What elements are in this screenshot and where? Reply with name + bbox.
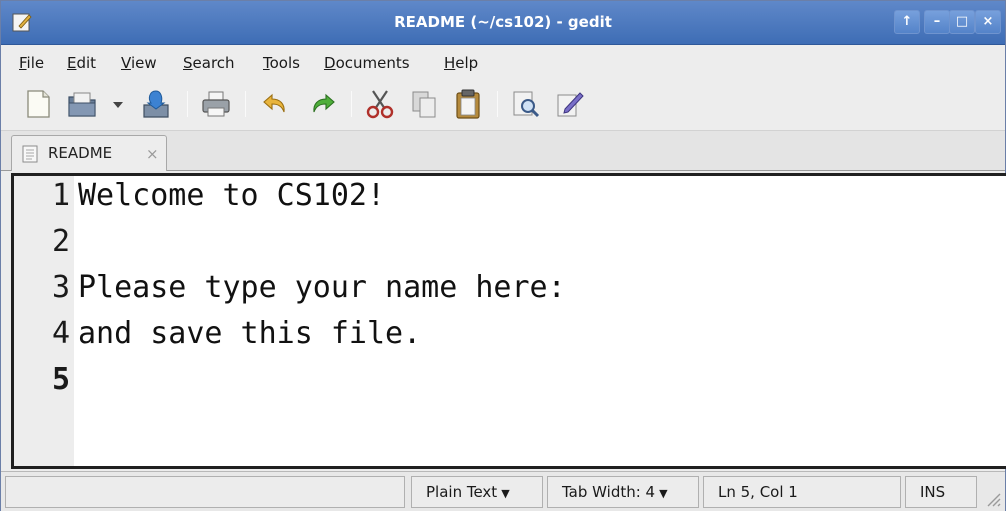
toolbar-separator	[245, 91, 246, 117]
status-message-area	[5, 476, 405, 508]
redo-icon[interactable]	[305, 87, 339, 121]
new-document-icon[interactable]	[21, 87, 55, 121]
cut-icon[interactable]	[363, 87, 397, 121]
minimize-button[interactable]: –	[924, 10, 950, 34]
dropdown-arrow-icon: ▼	[659, 487, 668, 500]
close-tab-icon[interactable]: ×	[146, 145, 159, 163]
title-bar[interactable]: README (~/cs102) - gedit ↑ – □ ×	[1, 1, 1005, 45]
cursor-position: Ln 5, Col 1	[703, 476, 901, 508]
open-dropdown-icon[interactable]	[109, 87, 127, 121]
text-document-icon	[22, 145, 38, 163]
toolbar-separator	[497, 91, 498, 117]
paste-icon[interactable]	[451, 87, 485, 121]
status-bar: Plain Text ▼ Tab Width: 4 ▼ Ln 5, Col 1 IN…	[1, 471, 1005, 511]
menu-help[interactable]: Help	[444, 54, 478, 72]
find-replace-icon[interactable]	[553, 87, 587, 121]
toolbar-separator	[187, 91, 188, 117]
find-icon[interactable]	[509, 87, 543, 121]
tab-label: README	[48, 144, 113, 162]
line-number: 2	[51, 224, 70, 259]
line-number: 1	[51, 178, 70, 213]
menu-documents[interactable]: Documents	[324, 54, 410, 72]
dropdown-arrow-icon: ▼	[501, 487, 510, 500]
language-label: Plain Text	[426, 483, 498, 501]
editor-line[interactable]: Please type your name here:	[78, 270, 566, 305]
toolbar	[1, 79, 1005, 131]
gedit-window: README (~/cs102) - gedit ↑ – □ × File Ed…	[0, 0, 1006, 511]
menu-file[interactable]: File	[19, 54, 44, 72]
menu-search[interactable]: Search	[183, 54, 235, 72]
editor-line[interactable]: and save this file.	[78, 316, 421, 351]
maximize-up-button[interactable]: ↑	[894, 10, 920, 34]
menu-view[interactable]: View	[121, 54, 157, 72]
tab-width-selector[interactable]: Tab Width: 4 ▼	[547, 476, 699, 508]
tab-width-label: Tab Width: 4	[562, 483, 656, 501]
editor-line[interactable]: Welcome to CS102!	[78, 178, 385, 213]
menu-edit[interactable]: Edit	[67, 54, 96, 72]
line-number: 4	[51, 316, 70, 351]
tab-bar: README ×	[1, 131, 1005, 171]
toolbar-separator	[351, 91, 352, 117]
menu-tools[interactable]: Tools	[263, 54, 300, 72]
current-line-number: 5	[51, 362, 70, 397]
maximize-button[interactable]: □	[949, 10, 975, 34]
text-editor[interactable]: 1 2 3 4 5 Welcome to CS102! Please type …	[11, 173, 1006, 469]
menu-bar: File Edit View Search Tools Documents He…	[1, 45, 1005, 79]
language-selector[interactable]: Plain Text ▼	[411, 476, 543, 508]
copy-icon[interactable]	[407, 87, 441, 121]
window-title: README (~/cs102) - gedit	[394, 13, 612, 31]
print-icon[interactable]	[199, 87, 233, 121]
undo-icon[interactable]	[259, 87, 293, 121]
line-number-gutter: 1 2 3 4 5	[14, 176, 74, 466]
open-icon[interactable]	[65, 87, 99, 121]
resize-grip-icon[interactable]	[983, 489, 1001, 507]
close-window-button[interactable]: ×	[975, 10, 1001, 34]
save-icon[interactable]	[139, 87, 173, 121]
insert-mode-indicator: INS	[905, 476, 977, 508]
tab-readme[interactable]: README ×	[11, 135, 167, 171]
line-number: 3	[51, 270, 70, 305]
